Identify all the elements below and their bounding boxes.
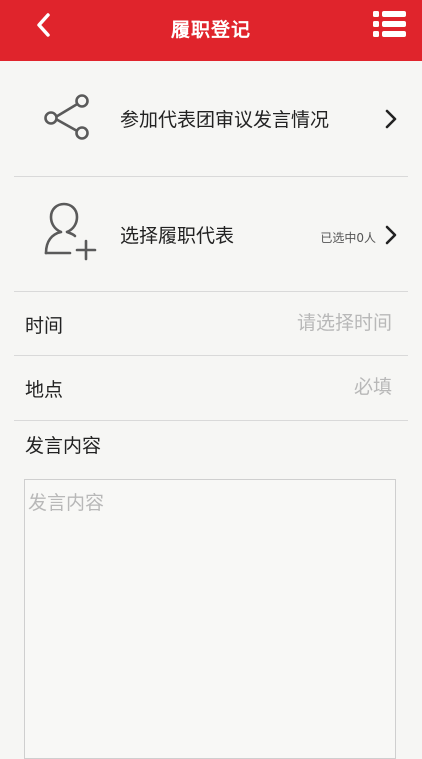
time-input[interactable] bbox=[172, 307, 392, 339]
select-delegate-label: 选择履职代表 bbox=[120, 225, 235, 247]
share-icon bbox=[44, 94, 89, 140]
content-label: 发言内容 bbox=[25, 435, 102, 457]
divider bbox=[14, 355, 408, 356]
speech-record-label: 参加代表团审议发言情况 bbox=[120, 109, 330, 131]
content-textarea[interactable] bbox=[24, 479, 396, 759]
add-user-icon bbox=[44, 202, 97, 261]
divider bbox=[14, 291, 408, 292]
menu-button[interactable] bbox=[372, 9, 408, 39]
speech-record-row[interactable]: 参加代表团审议发言情况 bbox=[14, 61, 408, 176]
chevron-right-icon bbox=[385, 109, 397, 129]
location-input[interactable] bbox=[172, 371, 392, 403]
header-bar: 履职登记 bbox=[0, 0, 422, 61]
chevron-right-icon bbox=[385, 225, 397, 245]
page-title: 履职登记 bbox=[170, 19, 251, 41]
list-menu-icon bbox=[373, 11, 406, 37]
time-label: 时间 bbox=[25, 315, 64, 337]
location-label: 地点 bbox=[25, 379, 64, 401]
divider bbox=[14, 420, 408, 421]
select-delegate-row[interactable]: 选择履职代表 已选中0人 bbox=[14, 177, 408, 292]
selected-count-text: 已选中0人 bbox=[320, 231, 376, 245]
